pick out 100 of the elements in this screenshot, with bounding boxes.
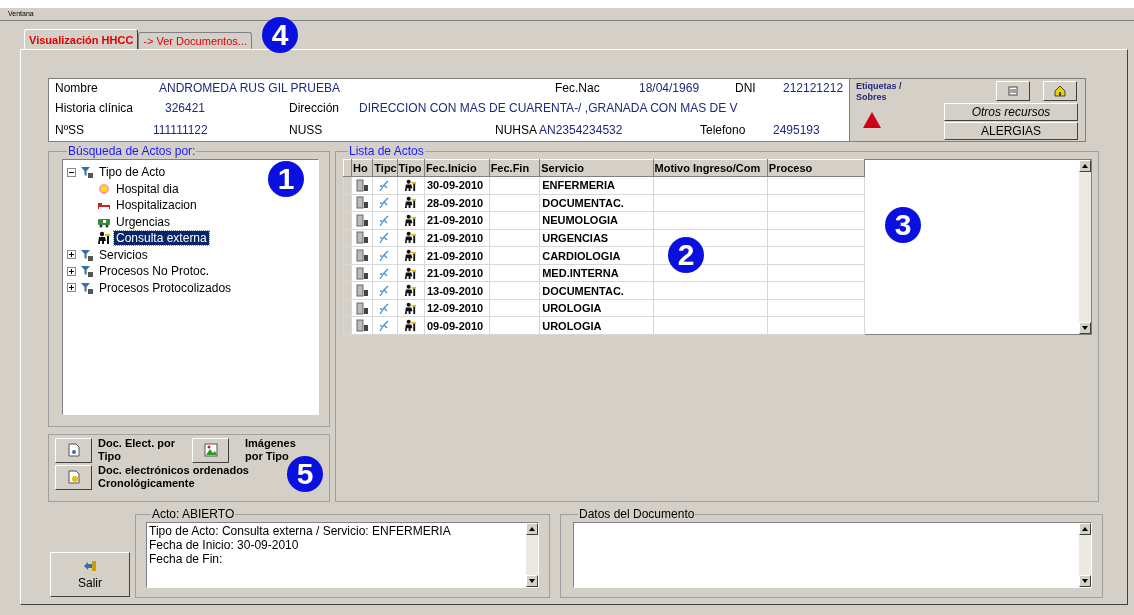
filter-icon [80,264,94,279]
number-callout: 4 [262,17,298,53]
expand-icon[interactable] [67,250,76,260]
field-value: 212121212 [783,81,844,95]
building-icon [355,249,369,262]
house-button[interactable] [1043,81,1077,101]
sun-icon [97,181,111,196]
column-header[interactable]: Motivo Ingreso/Com [653,159,768,177]
up-arrow-icon [529,527,535,531]
field-value: ANDROMEDA RUS GIL PRUEBA [159,81,340,95]
person-at-desk-icon [97,231,111,246]
person-at-desk-icon [404,231,418,245]
document-details-field[interactable] [573,522,1092,588]
field-label: NºSS [55,123,86,137]
expand-icon[interactable] [67,266,76,276]
filter-icon [80,280,94,295]
vertical-scrollbar[interactable] [1079,523,1091,587]
field-label: NUHSA [495,123,538,137]
door-arrow-icon [83,559,97,572]
table-cell: 30-09-2010 [424,176,490,195]
column-header[interactable]: Tipo [397,159,425,177]
table-cell: URGENCIAS [539,229,653,247]
tree-item[interactable]: Hospital dia [114,181,181,196]
scroll-up-button[interactable] [526,523,538,535]
alert-icon [862,111,882,129]
tree-item[interactable]: Hospitalizacion [114,198,199,213]
down-arrow-icon [1082,579,1088,583]
document-type-button[interactable] [55,464,92,490]
field-label: Historia clínica [55,101,135,115]
column-header[interactable]: Servicio [539,159,653,177]
table-cell: DOCUMENTAC. [539,281,653,300]
tree-item[interactable]: Consulta externa [114,231,209,246]
column-header[interactable]: Fec.Inicio [424,159,490,177]
scroll-up-button[interactable] [1079,160,1091,172]
group-title: Acto: ABIERTO [151,508,236,520]
tree-item[interactable]: Urgencias [114,214,173,229]
document-type-button[interactable] [192,437,229,463]
column-header[interactable]: Tipc [372,159,398,177]
field-value: 111111122 [153,123,208,137]
group-title: Datos del Documento [578,508,696,520]
building-icon [355,213,369,227]
scroll-down-button[interactable] [1079,575,1091,587]
act-details-field[interactable]: Tipo de Acto: Consulta externa / Servicio: ENFERMERIA Fecha de Inicio: 30-09-2010 Fecha de Fin: [146,522,539,588]
column-header[interactable]: Proceso [767,159,865,177]
table-cell: 28-09-2010 [424,194,490,212]
column-header[interactable]: Ho [351,159,373,177]
exit-button[interactable]: Salir [50,552,130,597]
field-value: AN2354234532 [539,123,623,137]
column-header[interactable]: Fec.Fin [489,159,540,177]
group-title: Lista de Actos [348,145,425,157]
table-cell: UROLOGIA [539,316,653,335]
field-label: Fec.Nac [555,81,601,95]
house-icon [1054,85,1066,97]
expand-icon[interactable] [67,283,76,293]
person-at-desk-icon [404,213,418,227]
tree-item[interactable]: Procesos Protocolizados [97,280,234,295]
print-labels-button[interactable] [996,81,1030,101]
field-value: DIRECCION CON MAS DE CUARENTA-/ ,GRANADA CON MAS DE V [359,101,738,115]
up-arrow-icon [1082,164,1088,168]
person-at-desk-icon [404,319,418,333]
building-icon [355,196,369,210]
field-label: Dirección [289,101,340,115]
field-label: NUSS [289,123,324,137]
document-icon [67,443,80,457]
building-icon [355,284,369,298]
building-icon [355,178,369,192]
allergies-button[interactable]: ALERGIAS [944,122,1078,140]
table-cell: UROLOGIA [539,299,653,317]
collapse-icon[interactable] [67,167,76,177]
scroll-up-button[interactable] [1079,523,1091,535]
tree-item[interactable]: Procesos No Protoc. [97,264,212,279]
table-cell: 21-09-2010 [424,246,490,265]
filter-icon [80,247,94,262]
table-cell: 21-09-2010 [424,229,490,247]
tree-item[interactable]: Tipo de Acto [97,165,168,180]
field-value: 2495193 [773,123,820,137]
up-arrow-icon [1082,527,1088,531]
table-cell: 21-09-2010 [424,264,490,282]
vertical-scrollbar[interactable] [1079,160,1091,334]
field-value: 18/04/1969 [639,81,700,95]
image-icon [203,443,218,457]
filter-icon [80,165,94,180]
table-cell: MED.INTERNA [539,264,653,282]
table-cell: ENFERMERIA [539,176,653,195]
table-cell: CARDIOLOGIA [539,246,653,265]
document-clock-icon [67,470,80,484]
building-icon [355,301,369,315]
vertical-scrollbar[interactable] [526,523,538,587]
table-cell: 13-09-2010 [424,281,490,300]
other-resources-button[interactable]: Otros recursos [944,103,1078,121]
document-type-button[interactable] [55,437,92,463]
button-caption: Doc. Elect. por Tipo [98,437,177,463]
scroll-down-button[interactable] [526,575,538,587]
building-icon [355,266,369,280]
down-arrow-icon [529,579,535,583]
scroll-down-button[interactable] [1079,322,1091,334]
tree-item[interactable]: Servicios [97,247,150,262]
labels-caption: Etiquetas / Sobres [856,81,903,103]
table-cell: 09-09-2010 [424,316,490,335]
field-label: Telefono [700,123,747,137]
